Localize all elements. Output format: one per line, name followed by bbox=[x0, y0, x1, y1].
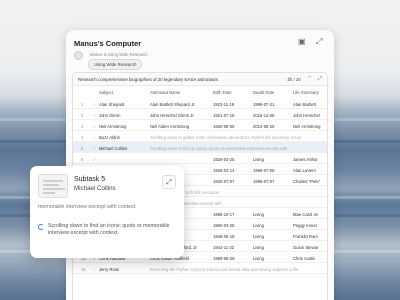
row-number: 6 bbox=[81, 156, 84, 162]
column-header-subject[interactable]: Subject bbox=[99, 90, 113, 95]
death-date-cell: 1998-07-21 bbox=[253, 101, 275, 107]
subtask-card[interactable]: Subtask 5 Michael Collins ⤢ memorable in… bbox=[30, 166, 184, 258]
subject-cell: Michael Collins bbox=[99, 145, 128, 151]
expand-icon[interactable]: ⤢ bbox=[318, 76, 322, 83]
progress-count: 16 / 20 bbox=[286, 76, 301, 82]
table-row[interactable]: 4 ◌ Buzz Aldrin Scrolling down to gather mo… bbox=[73, 131, 327, 142]
life-summary-cell: Charles "Pete" bbox=[293, 178, 321, 184]
status-cell: Executing the Python script to extract a… bbox=[150, 266, 299, 272]
column-header-death[interactable]: Death Date bbox=[253, 90, 274, 95]
birth-date-cell: 1959-08-29 bbox=[213, 255, 235, 261]
death-date-cell: Living bbox=[253, 222, 264, 228]
life-summary-cell: John Herschel bbox=[293, 112, 320, 118]
table-row[interactable]: 1 ✓ Alan Shepard Alan Bartlett Shepard Jr. 1… bbox=[73, 98, 327, 109]
birth-date-cell: 1921-07-18 bbox=[213, 112, 235, 118]
astronaut-name-cell: Alan Bartlett Shepard Jr. bbox=[150, 101, 196, 107]
birth-date-cell: 1960-03-28 bbox=[213, 222, 235, 228]
check-icon: ✓ bbox=[93, 101, 97, 107]
computer-window: Manus's Computer ▣ ⤢ Manus is using Wide… bbox=[66, 30, 334, 300]
subtask-title: Subtask 5 bbox=[74, 176, 106, 183]
collapse-icon[interactable]: ⤢ bbox=[316, 37, 322, 47]
life-summary-cell: Neil Armstrong bbox=[293, 123, 321, 129]
life-summary-cell: Franklin Ram bbox=[293, 233, 318, 239]
tool-badge: Using Wide Research bbox=[88, 59, 143, 70]
subject-cell: Neil Armstrong bbox=[99, 123, 127, 129]
birth-date-cell: 1926-03-25 bbox=[213, 156, 235, 162]
birth-date-cell: 1946-05-19 bbox=[213, 233, 235, 239]
loading-spinner-icon bbox=[38, 224, 44, 230]
panel-header: Research comprehensive biographies of 20… bbox=[73, 73, 327, 86]
table-row[interactable]: 5 ◌ Michael Collins Scrolling down to find … bbox=[73, 142, 327, 153]
death-date-cell: 2012-08-25 bbox=[253, 123, 275, 129]
birth-date-cell: 1928-03-14 bbox=[213, 167, 235, 173]
death-date-cell: Living bbox=[253, 244, 264, 250]
status-cell: Scrolling down to find an iconic quote o… bbox=[150, 145, 288, 151]
subject-cell: John Glenn bbox=[99, 112, 121, 118]
death-date-cell: Living bbox=[253, 233, 264, 239]
spinner-icon: ◌ bbox=[93, 266, 96, 272]
life-summary-cell: James Arthur bbox=[293, 156, 318, 162]
life-summary-cell: Chris Austin bbox=[293, 255, 316, 261]
row-number: 4 bbox=[81, 134, 84, 140]
current-step-text: Scrolling down to find an iconic quote o… bbox=[48, 223, 170, 237]
subtask-subject: Michael Collins bbox=[74, 185, 116, 192]
window-title: Manus's Computer bbox=[74, 39, 142, 48]
column-header-life[interactable]: Life Summary bbox=[293, 90, 319, 95]
astronaut-name-cell: John Herschel Glenn Jr. bbox=[150, 112, 195, 118]
check-icon: ✓ bbox=[93, 156, 97, 162]
row-number: 5 bbox=[81, 145, 84, 151]
monitor-icon[interactable]: ▣ bbox=[298, 37, 306, 46]
death-date-cell: 1999-07-07 bbox=[253, 178, 275, 184]
previous-step-text: memorable interview excerpt with context… bbox=[38, 204, 137, 210]
status-cell: Scrolling down to gather more informatio… bbox=[150, 134, 302, 140]
life-summary-cell: Mae Carol Je bbox=[293, 211, 318, 217]
using-tool-text: Manus is using Wide Research bbox=[90, 52, 148, 57]
column-header-birth[interactable]: Birth Date bbox=[213, 90, 232, 95]
birth-date-cell: 1923-11-18 bbox=[213, 101, 235, 107]
chevron-up-icon[interactable]: ⌃ bbox=[307, 76, 312, 82]
column-header-astronaut[interactable]: Astronaut Name bbox=[150, 90, 180, 95]
astronaut-name-cell: Neil Alden Armstrong bbox=[150, 123, 190, 129]
subject-cell: Buzz Aldrin bbox=[99, 134, 120, 140]
life-summary-cell: Alan Bartlett bbox=[293, 101, 316, 107]
death-date-cell: Living bbox=[253, 255, 264, 261]
panel-title: Research comprehensive biographies of 20… bbox=[78, 77, 218, 82]
birth-date-cell: 1956-10-17 bbox=[213, 211, 235, 217]
birth-date-cell: 1942-11-22 bbox=[213, 244, 235, 250]
life-summary-cell: Peggy Annet bbox=[293, 222, 317, 228]
table-row[interactable]: 6 ✓ 1926-03-25 Living James Arthur bbox=[73, 153, 327, 164]
spinner-icon: ◌ bbox=[93, 134, 96, 140]
agent-avatar bbox=[74, 51, 83, 60]
death-date-cell: 1999-07-08 bbox=[253, 167, 275, 173]
expand-icon[interactable]: ⤢ bbox=[162, 175, 176, 189]
table-row[interactable]: 3 ✓ Neil Armstrong Neil Alden Armstrong 1930… bbox=[73, 120, 327, 131]
subject-cell: Alan Shepard bbox=[99, 101, 125, 107]
life-summary-cell: Alan LaVern bbox=[293, 167, 316, 173]
death-date-cell: Living bbox=[253, 211, 264, 217]
row-number: 3 bbox=[81, 123, 84, 129]
subtask-thumbnail bbox=[38, 174, 68, 198]
table-row[interactable]: 2 ✓ John Glenn John Herschel Glenn Jr. 1921-… bbox=[73, 109, 327, 120]
check-icon: ✓ bbox=[93, 112, 97, 118]
birth-date-cell: 1930-07-07 bbox=[213, 178, 235, 184]
row-number: 16 bbox=[81, 266, 86, 272]
spinner-icon: ◌ bbox=[93, 145, 96, 151]
table-row[interactable]: 16 ◌ Jerry Ross Executing the Python script… bbox=[73, 263, 327, 274]
row-number: 1 bbox=[81, 101, 84, 107]
row-number: 2 bbox=[81, 112, 84, 118]
birth-date-cell: 1930-08-05 bbox=[213, 123, 235, 129]
death-date-cell: 2016-12-08 bbox=[253, 112, 275, 118]
check-icon: ✓ bbox=[93, 123, 97, 129]
subject-cell: Jerry Ross bbox=[99, 266, 120, 272]
life-summary-cell: Guion Stewar bbox=[293, 244, 319, 250]
death-date-cell: Living bbox=[253, 156, 264, 162]
